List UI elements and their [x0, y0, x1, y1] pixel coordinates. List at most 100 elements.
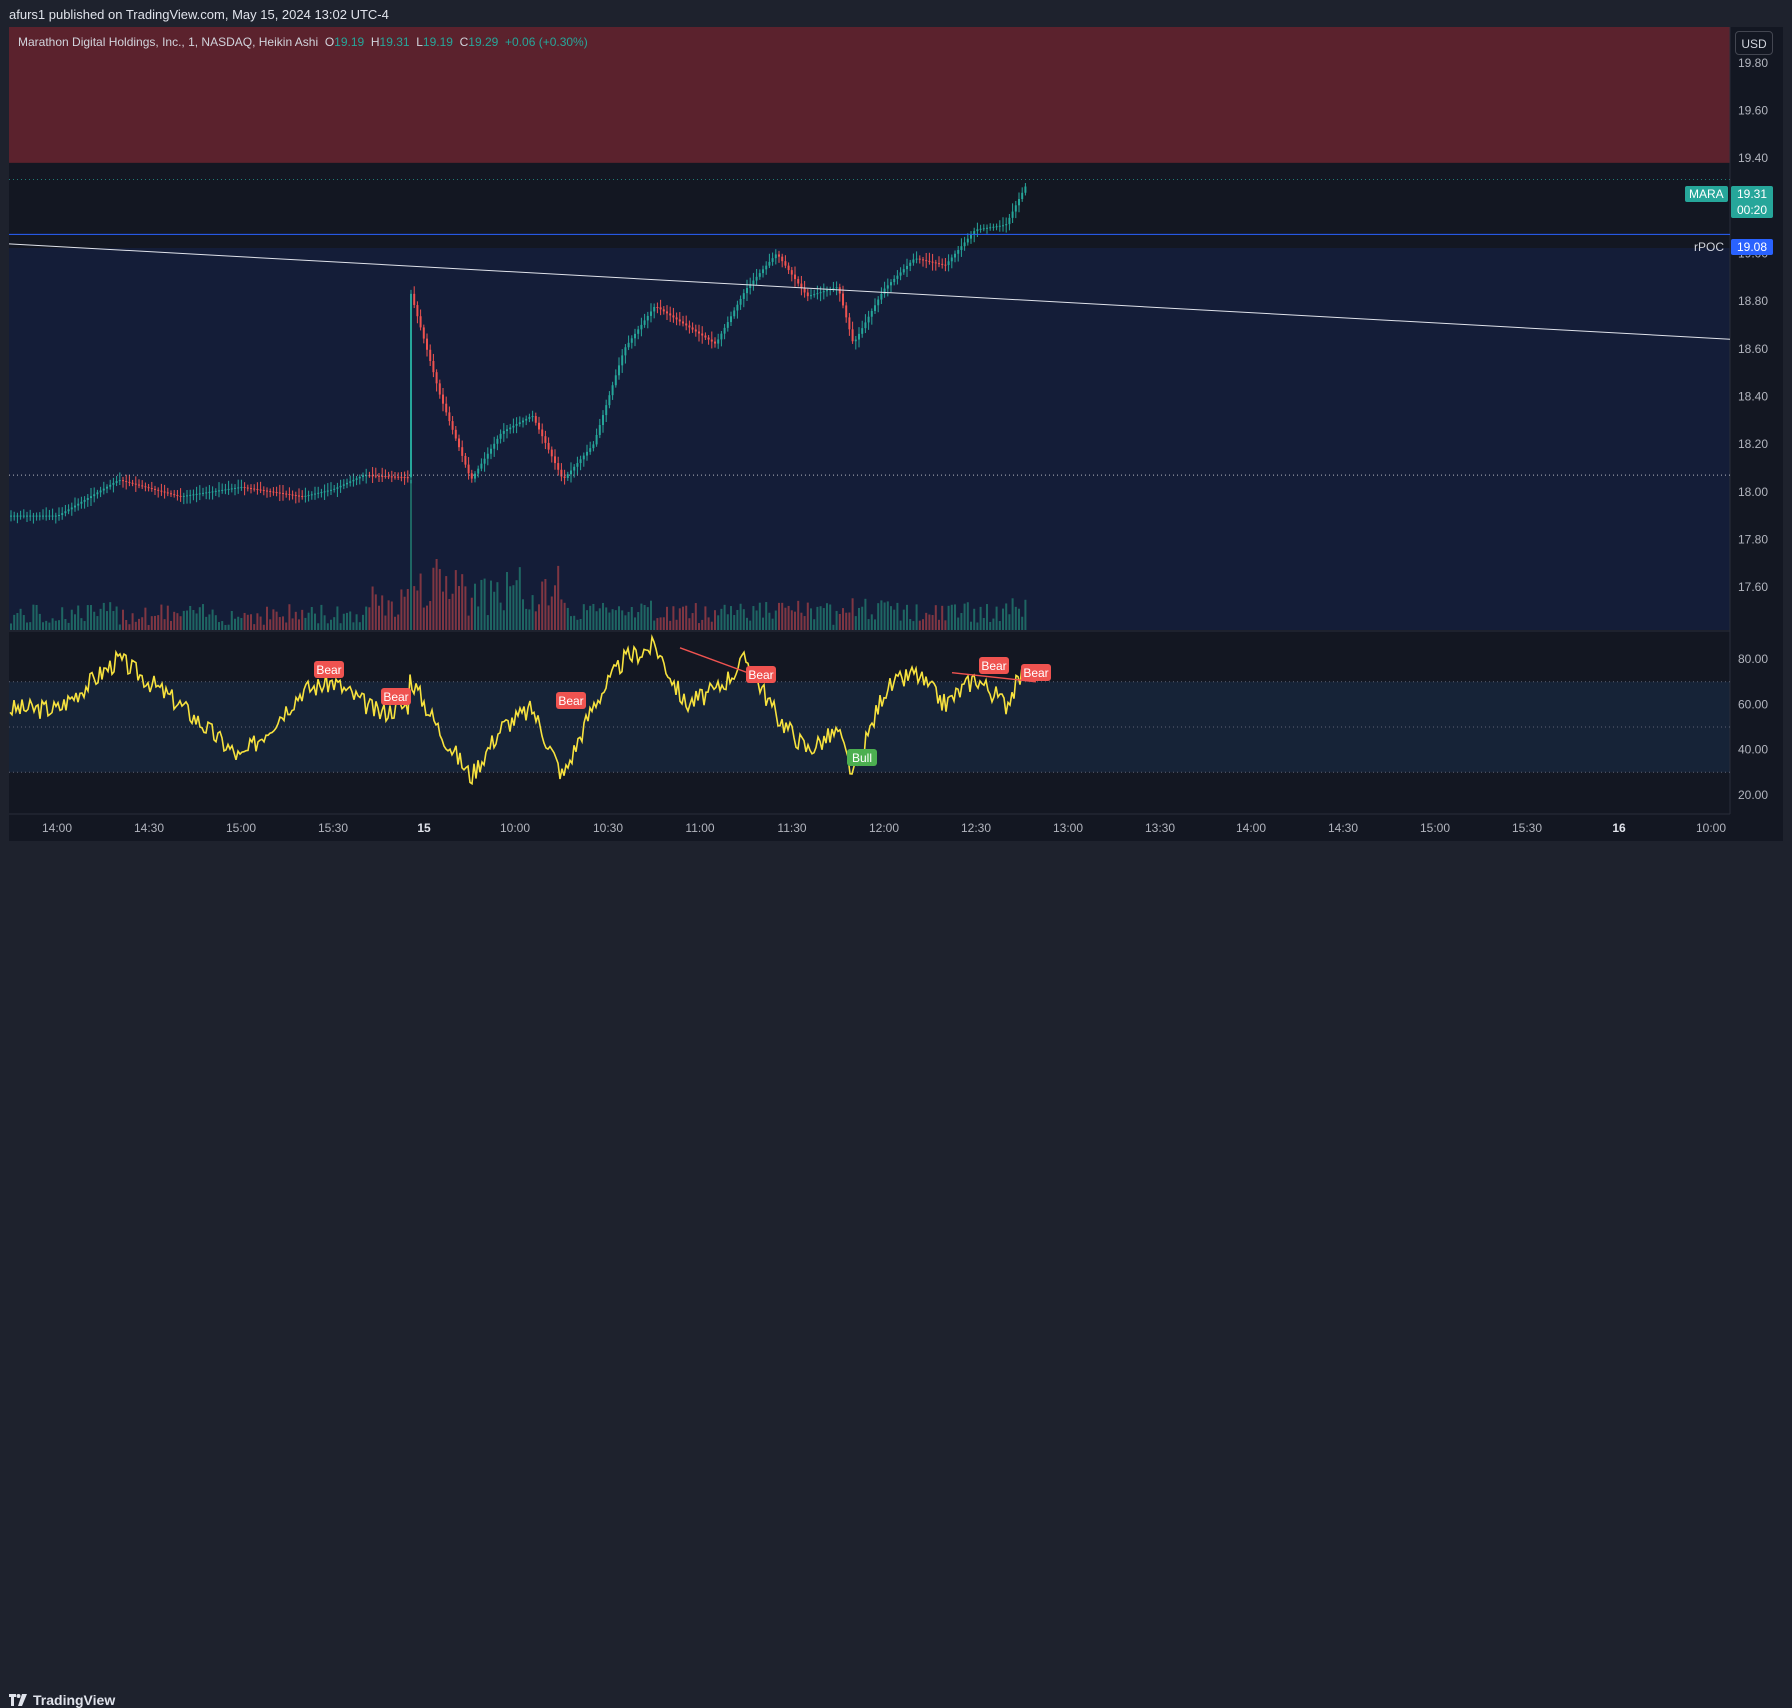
time-tick-label: 16: [1612, 821, 1626, 835]
volume-bar: [941, 605, 944, 630]
candle-body: [816, 293, 819, 295]
volume-bar: [496, 582, 499, 630]
volume-bar: [362, 614, 364, 630]
candle-body: [246, 487, 249, 489]
volume-bar: [138, 618, 140, 630]
candle-body: [634, 333, 636, 339]
volume-bar: [960, 613, 963, 630]
candle-body: [67, 509, 70, 512]
volume-bar: [490, 580, 492, 630]
candle-body: [474, 473, 476, 479]
candle-body: [253, 488, 256, 490]
volume-bar: [378, 605, 380, 630]
candle-body: [662, 309, 665, 312]
chart-canvas[interactable]: 19.8019.6019.4019.2019.0018.8018.6018.40…: [0, 0, 1792, 876]
volume-bar: [445, 576, 448, 630]
candle-body: [707, 337, 710, 340]
candle-body: [595, 434, 598, 445]
volume-bar: [630, 606, 633, 630]
volume-bar: [570, 616, 572, 630]
candle-body: [214, 490, 217, 492]
candle-body: [512, 425, 515, 428]
volume-bar: [698, 623, 700, 630]
volume-bar: [662, 617, 665, 630]
candle-body: [330, 489, 332, 491]
volume-bar: [982, 617, 985, 630]
volume-bar: [851, 598, 854, 630]
price-tick-label: 18.60: [1738, 342, 1768, 356]
volume-bar: [112, 611, 115, 630]
volume-bar: [474, 583, 476, 630]
candle-body: [355, 478, 358, 480]
candle-body: [486, 453, 489, 459]
volume-bar: [928, 614, 931, 630]
candle-body: [310, 494, 313, 496]
candle-body: [470, 473, 473, 479]
currency-button[interactable]: USD: [1735, 31, 1773, 55]
candle-body: [874, 305, 876, 311]
volume-bar: [726, 614, 729, 630]
rpoc-label: rPOC: [1694, 240, 1724, 254]
candle-body: [499, 433, 502, 439]
candle-body: [464, 455, 467, 465]
price-tick-label: 18.40: [1738, 389, 1768, 403]
candle-body: [922, 259, 924, 261]
candle-body: [86, 498, 89, 500]
volume-bar: [774, 610, 777, 630]
volume-bar: [992, 618, 995, 630]
volume-bar: [406, 589, 409, 630]
rsi-tick-label: 20.00: [1738, 788, 1768, 802]
candle-body: [390, 476, 393, 478]
candle-body: [467, 464, 470, 474]
candle-body: [378, 475, 380, 477]
candle-body: [288, 494, 291, 496]
legend-low-label: L: [416, 35, 423, 49]
candle-body: [131, 482, 134, 484]
volume-bar: [317, 623, 320, 630]
candle-body: [438, 383, 441, 395]
candle-body: [624, 347, 627, 356]
volume-bar: [730, 606, 732, 630]
volume-bar: [659, 617, 662, 630]
legend-close-label: C: [459, 35, 469, 49]
symbol-tag: MARA: [1685, 186, 1728, 202]
candle-body: [986, 227, 988, 229]
volume-bar: [371, 586, 374, 630]
candle-body: [112, 482, 115, 485]
volume-bar: [320, 604, 323, 630]
volume-bar: [298, 619, 300, 630]
volume-bar: [29, 622, 32, 630]
candle-body: [733, 310, 736, 317]
candle-body: [205, 492, 208, 494]
volume-bar: [656, 618, 659, 630]
volume-bar: [806, 602, 809, 630]
volume-bar: [614, 610, 617, 630]
candle-body: [701, 333, 704, 336]
candle-body: [221, 489, 224, 491]
candle-body: [141, 485, 144, 487]
volume-bar: [61, 607, 64, 630]
volume-bar: [394, 616, 396, 630]
candle-body: [381, 475, 384, 477]
price-tick-label: 18.20: [1738, 437, 1768, 451]
volume-bar: [272, 609, 275, 630]
volume-bar: [131, 613, 134, 630]
volume-bar: [995, 606, 998, 630]
volume-bar: [390, 601, 393, 630]
candle-body: [717, 339, 720, 344]
candle-body: [976, 229, 979, 232]
volume-bar: [557, 565, 560, 630]
candle-body: [29, 515, 32, 517]
candle-body: [954, 253, 956, 258]
candle-body: [234, 487, 236, 489]
volume-bar: [944, 620, 947, 630]
candle-body: [979, 228, 982, 230]
time-tick-label: 14:00: [1236, 821, 1266, 835]
candle-body: [419, 316, 422, 328]
candle-body: [128, 481, 131, 483]
legend-open-label: O: [324, 35, 335, 49]
candle-body: [803, 288, 806, 293]
brand-logo[interactable]: TradingView: [9, 1692, 115, 1708]
candle-body: [864, 322, 867, 329]
volume-bar: [822, 608, 825, 630]
